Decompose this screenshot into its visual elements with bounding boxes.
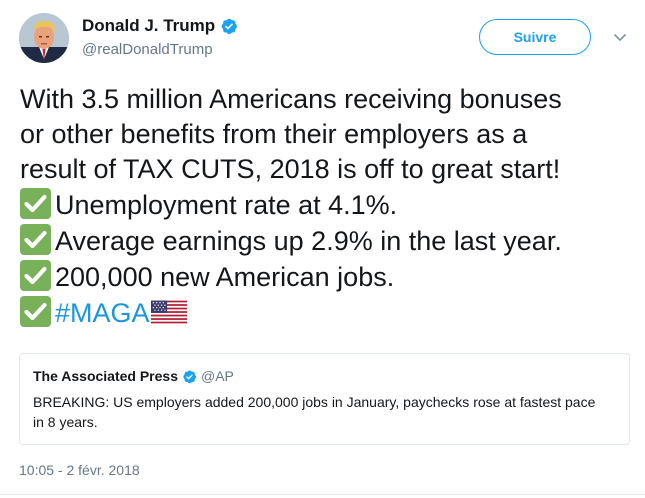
tweet-bullet-line: Average earnings up 2.9% in the last yea…: [20, 223, 635, 259]
tweet-text: With 3.5 million Americans receiving bon…: [20, 82, 635, 331]
tweet-text-line: or other benefits from their employers a…: [20, 119, 528, 149]
check-mark-icon: [19, 223, 52, 256]
bullet-text: Unemployment rate at 4.1%.: [55, 190, 398, 220]
quoted-author-name: The Associated Press: [33, 368, 178, 384]
bullet-text: 200,000 new American jobs.: [55, 262, 395, 292]
quoted-tweet-text: BREAKING: US employers added 200,000 job…: [33, 394, 596, 430]
quoted-author-handle: @AP: [201, 368, 234, 384]
tweet-text-line: result of TAX CUTS, 2018 is off to great…: [20, 154, 561, 184]
check-mark-icon: [19, 259, 52, 292]
quoted-tweet-header: The Associated Press @AP: [33, 367, 616, 385]
author-name-row: Donald J. Trump: [82, 15, 238, 37]
follow-button[interactable]: Suivre: [479, 19, 591, 55]
tweet-timestamp[interactable]: 10:05 - 2 févr. 2018: [19, 462, 140, 478]
tweet-card: Donald J. Trump @realDonaldTrump Suivre …: [0, 0, 645, 498]
author-block: Donald J. Trump @realDonaldTrump: [82, 15, 238, 58]
quoted-tweet[interactable]: The Associated Press @AP BREAKING: US em…: [19, 353, 630, 445]
chevron-down-icon[interactable]: [610, 27, 630, 47]
profile-avatar[interactable]: [19, 13, 69, 63]
tweet-text-line: With 3.5 million Americans receiving bon…: [20, 84, 562, 114]
tweet-bullet-line: Unemployment rate at 4.1%.: [20, 187, 635, 223]
verified-badge-icon: [182, 369, 197, 384]
us-flag-icon: [150, 298, 187, 324]
divider: [0, 494, 645, 495]
check-mark-icon: [19, 187, 52, 220]
tweet-bullet-line: 200,000 new American jobs.: [20, 259, 635, 295]
verified-badge-icon: [220, 17, 238, 35]
hashtag-link[interactable]: #MAGA: [55, 298, 150, 328]
bullet-text: Average earnings up 2.9% in the last yea…: [55, 226, 562, 256]
tweet-hashtag-line: #MAGA: [20, 295, 635, 331]
author-handle[interactable]: @realDonaldTrump: [82, 41, 238, 58]
author-display-name[interactable]: Donald J. Trump: [82, 16, 215, 36]
check-mark-icon: [19, 295, 52, 328]
